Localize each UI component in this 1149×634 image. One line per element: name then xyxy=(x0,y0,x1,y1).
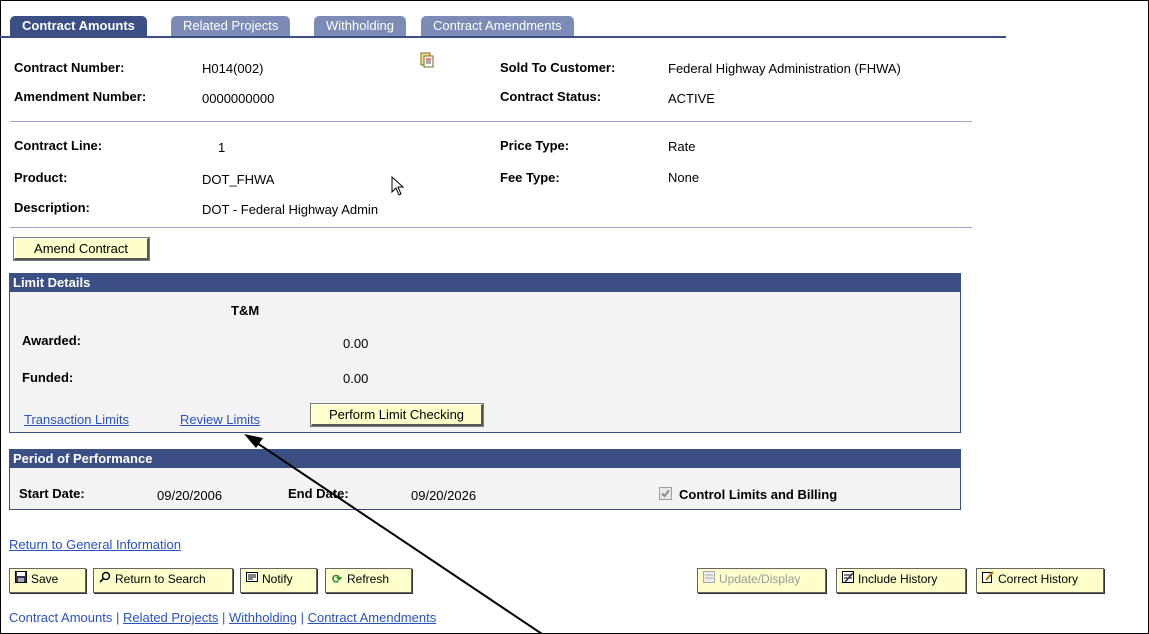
notify-button[interactable]: Notify xyxy=(240,568,317,593)
limit-details-panel xyxy=(9,273,961,433)
save-button[interactable]: Save xyxy=(9,568,86,593)
amendment-number-label: Amendment Number: xyxy=(14,89,147,104)
bottom-page-nav: Contract Amounts | Related Projects | Wi… xyxy=(9,610,436,625)
contract-line-label: Contract Line: xyxy=(14,138,103,153)
perform-limit-checking-button[interactable]: Perform Limit Checking xyxy=(310,403,484,427)
return-to-search-label: Return to Search xyxy=(115,572,206,586)
update-display-icon xyxy=(702,569,716,590)
update-display-button[interactable]: Update/Display xyxy=(697,568,826,593)
contract-status-label: Contract Status: xyxy=(500,89,602,104)
separator xyxy=(10,121,972,122)
limit-details-header: Limit Details xyxy=(9,273,961,292)
end-date-value: 09/20/2026 xyxy=(411,488,477,503)
tab-related-projects[interactable]: Related Projects xyxy=(171,16,291,36)
bottom-nav-withholding[interactable]: Withholding xyxy=(229,610,297,625)
correct-history-label: Correct History xyxy=(998,572,1079,586)
refresh-label: Refresh xyxy=(347,572,390,586)
funded-value: 0.00 xyxy=(343,371,369,386)
tab-underline xyxy=(0,36,1006,38)
bottom-nav-related-projects[interactable]: Related Projects xyxy=(123,610,218,625)
amend-contract-button[interactable]: Amend Contract xyxy=(13,237,150,261)
start-date-label: Start Date: xyxy=(19,486,85,501)
save-icon xyxy=(14,569,28,590)
start-date-value: 09/20/2006 xyxy=(157,488,223,503)
product-label: Product: xyxy=(14,170,68,185)
separator xyxy=(10,227,972,228)
fee-type-value: None xyxy=(668,170,700,185)
include-history-button[interactable]: Include History xyxy=(836,568,966,593)
contract-number-label: Contract Number: xyxy=(14,60,125,75)
control-limits-checkbox[interactable] xyxy=(659,487,672,500)
tab-withholding[interactable]: Withholding xyxy=(314,16,406,36)
include-history-icon xyxy=(841,569,855,590)
bottom-nav-separator: | xyxy=(300,610,304,625)
notify-label: Notify xyxy=(262,572,293,586)
contract-line-value: 1 xyxy=(218,140,226,155)
contract-status-value: ACTIVE xyxy=(668,91,715,106)
description-value: DOT - Federal Highway Admin xyxy=(202,202,379,217)
tab-contract-amounts[interactable]: Contract Amounts xyxy=(10,16,147,36)
description-label: Description: xyxy=(14,200,90,215)
tm-column-header: T&M xyxy=(231,303,260,318)
end-date-label: End Date: xyxy=(288,486,349,501)
return-to-search-button[interactable]: Return to Search xyxy=(93,568,233,593)
include-history-label: Include History xyxy=(858,572,938,586)
period-of-performance-header: Period of Performance xyxy=(9,449,961,468)
transaction-limits-link[interactable]: Transaction Limits xyxy=(24,412,129,427)
awarded-value: 0.00 xyxy=(343,336,369,351)
amendment-number-value: 0000000000 xyxy=(202,91,275,106)
correct-history-icon xyxy=(981,569,995,590)
save-label: Save xyxy=(31,572,59,586)
fee-type-label: Fee Type: xyxy=(500,170,560,185)
bottom-nav-contract-amendments[interactable]: Contract Amendments xyxy=(308,610,437,625)
update-display-label: Update/Display xyxy=(719,572,801,586)
contract-number-value: H014(002) xyxy=(202,61,264,76)
mouse-cursor-icon xyxy=(391,175,405,198)
sold-to-value: Federal Highway Administration (FHWA) xyxy=(668,61,901,76)
notify-icon xyxy=(245,569,259,590)
awarded-label: Awarded: xyxy=(22,333,81,348)
correct-history-button[interactable]: Correct History xyxy=(976,568,1104,593)
sold-to-label: Sold To Customer: xyxy=(500,60,616,75)
search-icon xyxy=(98,569,112,590)
control-limits-label: Control Limits and Billing xyxy=(679,487,838,502)
refresh-icon: ⟳ xyxy=(331,572,343,586)
price-type-label: Price Type: xyxy=(500,138,570,153)
review-limits-link[interactable]: Review Limits xyxy=(180,412,260,427)
bottom-nav-contract-amounts: Contract Amounts xyxy=(9,610,113,625)
bottom-nav-separator: | xyxy=(115,610,120,625)
return-to-general-information-link[interactable]: Return to General Information xyxy=(9,537,181,552)
funded-label: Funded: xyxy=(22,370,74,385)
document-icon[interactable] xyxy=(420,52,434,68)
bottom-nav-separator: | xyxy=(221,610,226,625)
product-value: DOT_FHWA xyxy=(202,172,275,187)
refresh-button[interactable]: ⟳ Refresh xyxy=(325,568,412,593)
price-type-value: Rate xyxy=(668,139,696,154)
tab-contract-amendments[interactable]: Contract Amendments xyxy=(421,16,574,36)
